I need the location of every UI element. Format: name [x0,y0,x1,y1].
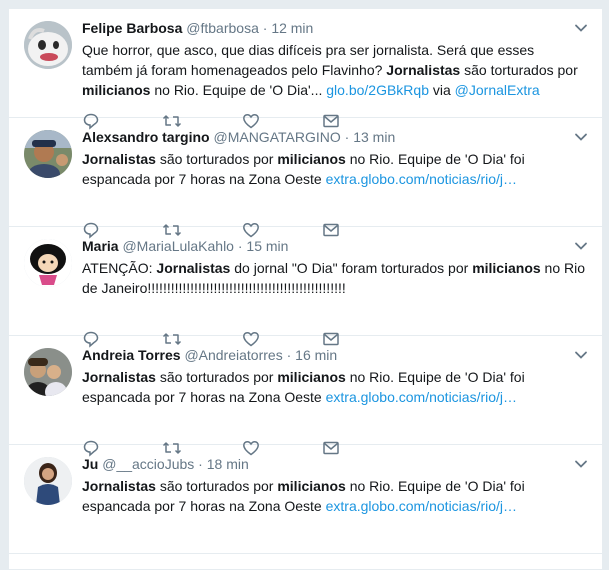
highlighted-keyword: milicianos [277,369,346,385]
author-handle[interactable]: @ftbarbosa [186,20,259,36]
author-handle[interactable]: @__accioJubs [102,456,194,472]
author-handle[interactable]: @Andreiatorres [184,347,282,363]
tweet-text-segment: ATENÇÃO: [82,260,157,276]
tweet-text: ATENÇÃO: Jornalistas do jornal "O Dia" f… [82,258,588,298]
highlighted-keyword: Jornalistas [156,260,231,276]
tweet-header: Ju @__accioJubs · 18 min [82,455,588,474]
separator-dot: · [344,129,350,145]
group-photo-avatar-icon [24,348,72,396]
timestamp[interactable]: 18 min [207,456,249,472]
tweet-text-segment: são torturados por [155,151,278,167]
avatar[interactable] [24,21,72,69]
tweet-text-segment: no Rio. Equipe de 'O Dia'... [150,82,327,98]
author-name[interactable]: Ju [82,456,98,472]
highlighted-keyword: Jornalistas [386,62,461,78]
white-creature-avatar-icon [24,21,72,69]
chevron-down-icon[interactable] [574,130,588,144]
tweet-header: Maria @MariaLulaKahlo · 15 min [82,237,588,256]
chevron-down-icon[interactable] [574,457,588,471]
author-name[interactable]: Alexsandro targino [82,129,210,145]
separator-dot: · [237,238,243,254]
cartoon-girl-avatar-icon [24,239,72,287]
tweet-text: Jornalistas são torturados por miliciano… [82,149,588,189]
author-handle[interactable]: @MariaLulaKahlo [122,238,234,254]
highlighted-keyword: Jornalistas [82,151,156,167]
separator-dot: · [262,20,268,36]
tweet-text-segment: são torturados por [155,369,278,385]
tweet-header: Alexsandro targino @MANGATARGINO · 13 mi… [82,128,588,147]
highlighted-keyword: milicianos [277,151,346,167]
tweet-header: Felipe Barbosa @ftbarbosa · 12 min [82,19,588,38]
avatar[interactable] [24,348,72,396]
tweet-text-segment: são torturados por [460,62,578,78]
tweet-link[interactable]: extra.globo.com/noticias/rio/j… [326,171,517,187]
highlighted-keyword: Jornalistas [82,478,156,494]
tweet-link[interactable]: glo.bo/2GBkRqb [326,82,429,98]
tweet[interactable]: Maria @MariaLulaKahlo · 15 min ATENÇÃO: … [9,227,602,348]
tweet-text: Que horror, que asco, que dias difíceis … [82,40,588,100]
tweet[interactable]: Ju @__accioJubs · 18 min Jornalistas são… [9,445,602,554]
avatar[interactable] [24,239,72,287]
woman-photo-avatar-icon [24,457,72,505]
tweet-header: Andreia Torres @Andreiatorres · 16 min [82,346,588,365]
tweet-link[interactable]: extra.globo.com/noticias/rio/j… [326,389,517,405]
chevron-down-icon[interactable] [574,348,588,362]
author-handle[interactable]: @MANGATARGINO [213,129,340,145]
avatar[interactable] [24,457,72,505]
timestamp[interactable]: 15 min [246,238,288,254]
separator-dot: · [198,456,203,472]
timestamp[interactable]: 12 min [271,20,313,36]
author-name[interactable]: Maria [82,238,119,254]
tweet-text-segment: do jornal "O Dia" foram torturados por [230,260,473,276]
tweet[interactable]: Felipe Barbosa @ftbarbosa · 12 min Que h… [9,9,602,130]
tweet-timeline: Felipe Barbosa @ftbarbosa · 12 min Que h… [8,8,603,570]
avatar[interactable] [24,130,72,178]
tweet-text: Jornalistas são torturados por miliciano… [82,367,588,407]
timestamp[interactable]: 16 min [295,347,337,363]
chevron-down-icon[interactable] [574,239,588,253]
tweet-text-segment: via [428,82,455,98]
tweet-text: Jornalistas são torturados por miliciano… [82,476,588,516]
separator-dot: · [286,347,292,363]
tweet-link[interactable]: @JornalExtra [455,82,540,98]
tweet[interactable]: Alexsandro targino @MANGATARGINO · 13 mi… [9,118,602,239]
tweet[interactable]: Andreia Torres @Andreiatorres · 16 min J… [9,336,602,457]
timestamp[interactable]: 13 min [353,129,395,145]
highlighted-keyword: milicianos [472,260,541,276]
tweet-text-segment: são torturados por [155,478,278,494]
highlighted-keyword: milicianos [277,478,346,494]
highlighted-keyword: milicianos [82,82,151,98]
author-name[interactable]: Felipe Barbosa [82,20,182,36]
author-name[interactable]: Andreia Torres [82,347,181,363]
chevron-down-icon[interactable] [574,21,588,35]
person-selfie-avatar-icon [24,130,72,178]
highlighted-keyword: Jornalistas [82,369,156,385]
tweet-link[interactable]: extra.globo.com/noticias/rio/j… [326,498,517,514]
